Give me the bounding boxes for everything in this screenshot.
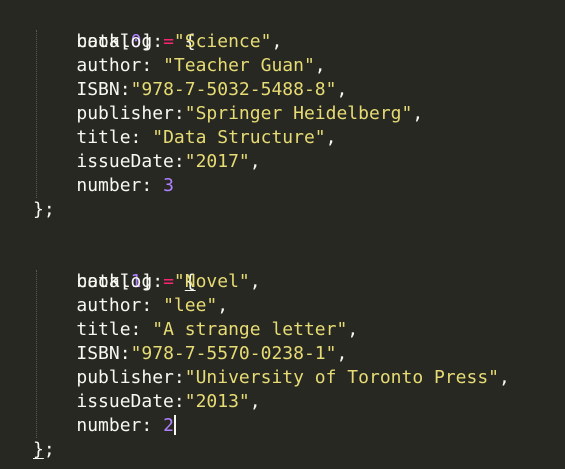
field-value: "2017" bbox=[184, 151, 250, 172]
field-key: ISBN bbox=[76, 343, 120, 364]
code-line[interactable]: }; bbox=[33, 438, 55, 462]
code-editor[interactable]: book[0] = { catalog: "Science", author: … bbox=[0, 0, 565, 469]
semicolon: ; bbox=[43, 439, 55, 460]
field-key: catalog bbox=[76, 271, 153, 292]
code-line[interactable]: book[0] = { bbox=[33, 6, 195, 52]
field-value: "978-7-5032-5488-8" bbox=[130, 79, 337, 100]
code-line[interactable]: issueDate:"2013", bbox=[33, 390, 260, 414]
field-value: "2013" bbox=[184, 391, 250, 412]
field-key: ISBN bbox=[76, 79, 120, 100]
field-value: "978-7-5570-0238-1" bbox=[130, 343, 337, 364]
code-line[interactable]: book[1] = { bbox=[33, 246, 195, 292]
code-line[interactable]: publisher:"University of Toronto Press", bbox=[33, 366, 510, 390]
field-key: title bbox=[76, 127, 131, 148]
code-line[interactable]: issueDate:"2017", bbox=[33, 150, 260, 174]
field-value: "Novel" bbox=[173, 271, 250, 292]
code-line[interactable]: catalog: "Novel", bbox=[33, 270, 260, 294]
field-value: "lee" bbox=[163, 295, 218, 316]
field-value: "Teacher Guan" bbox=[163, 55, 315, 76]
field-value: "Springer Heidelberg" bbox=[184, 103, 413, 124]
code-line[interactable]: title: "Data Structure", bbox=[33, 126, 336, 150]
field-key: issueDate bbox=[76, 151, 174, 172]
field-value: "Data Structure" bbox=[152, 127, 326, 148]
code-line[interactable]: publisher:"Springer Heidelberg", bbox=[33, 102, 423, 126]
field-key: publisher bbox=[76, 103, 174, 124]
close-brace: }; bbox=[33, 199, 55, 220]
field-key: issueDate bbox=[76, 391, 174, 412]
field-value: "A strange letter" bbox=[152, 319, 348, 340]
code-line[interactable]: ISBN:"978-7-5570-0238-1", bbox=[33, 342, 347, 366]
field-key: catalog bbox=[76, 31, 153, 52]
code-line[interactable]: }; bbox=[33, 198, 55, 222]
field-value: "Science" bbox=[173, 31, 272, 52]
code-line[interactable]: author: "Teacher Guan", bbox=[33, 54, 325, 78]
field-key: title bbox=[76, 319, 131, 340]
field-key: number bbox=[76, 415, 142, 436]
text-cursor bbox=[173, 415, 176, 435]
field-key: number bbox=[76, 175, 142, 196]
code-line[interactable]: number: 3 bbox=[33, 174, 174, 198]
code-line[interactable]: title: "A strange letter", bbox=[33, 318, 358, 342]
field-key: author bbox=[76, 55, 142, 76]
field-value: "University of Toronto Press" bbox=[184, 367, 500, 388]
field-value: 3 bbox=[163, 175, 174, 196]
code-line[interactable]: author: "lee", bbox=[33, 294, 228, 318]
close-brace: } bbox=[33, 439, 44, 460]
field-key: author bbox=[76, 295, 142, 316]
field-key: publisher bbox=[76, 367, 174, 388]
code-line[interactable]: number: 2 bbox=[33, 414, 176, 438]
code-line[interactable]: ISBN:"978-7-5032-5488-8", bbox=[33, 78, 347, 102]
code-line[interactable]: catalog: "Science", bbox=[33, 30, 282, 54]
field-value: 2 bbox=[163, 415, 174, 436]
